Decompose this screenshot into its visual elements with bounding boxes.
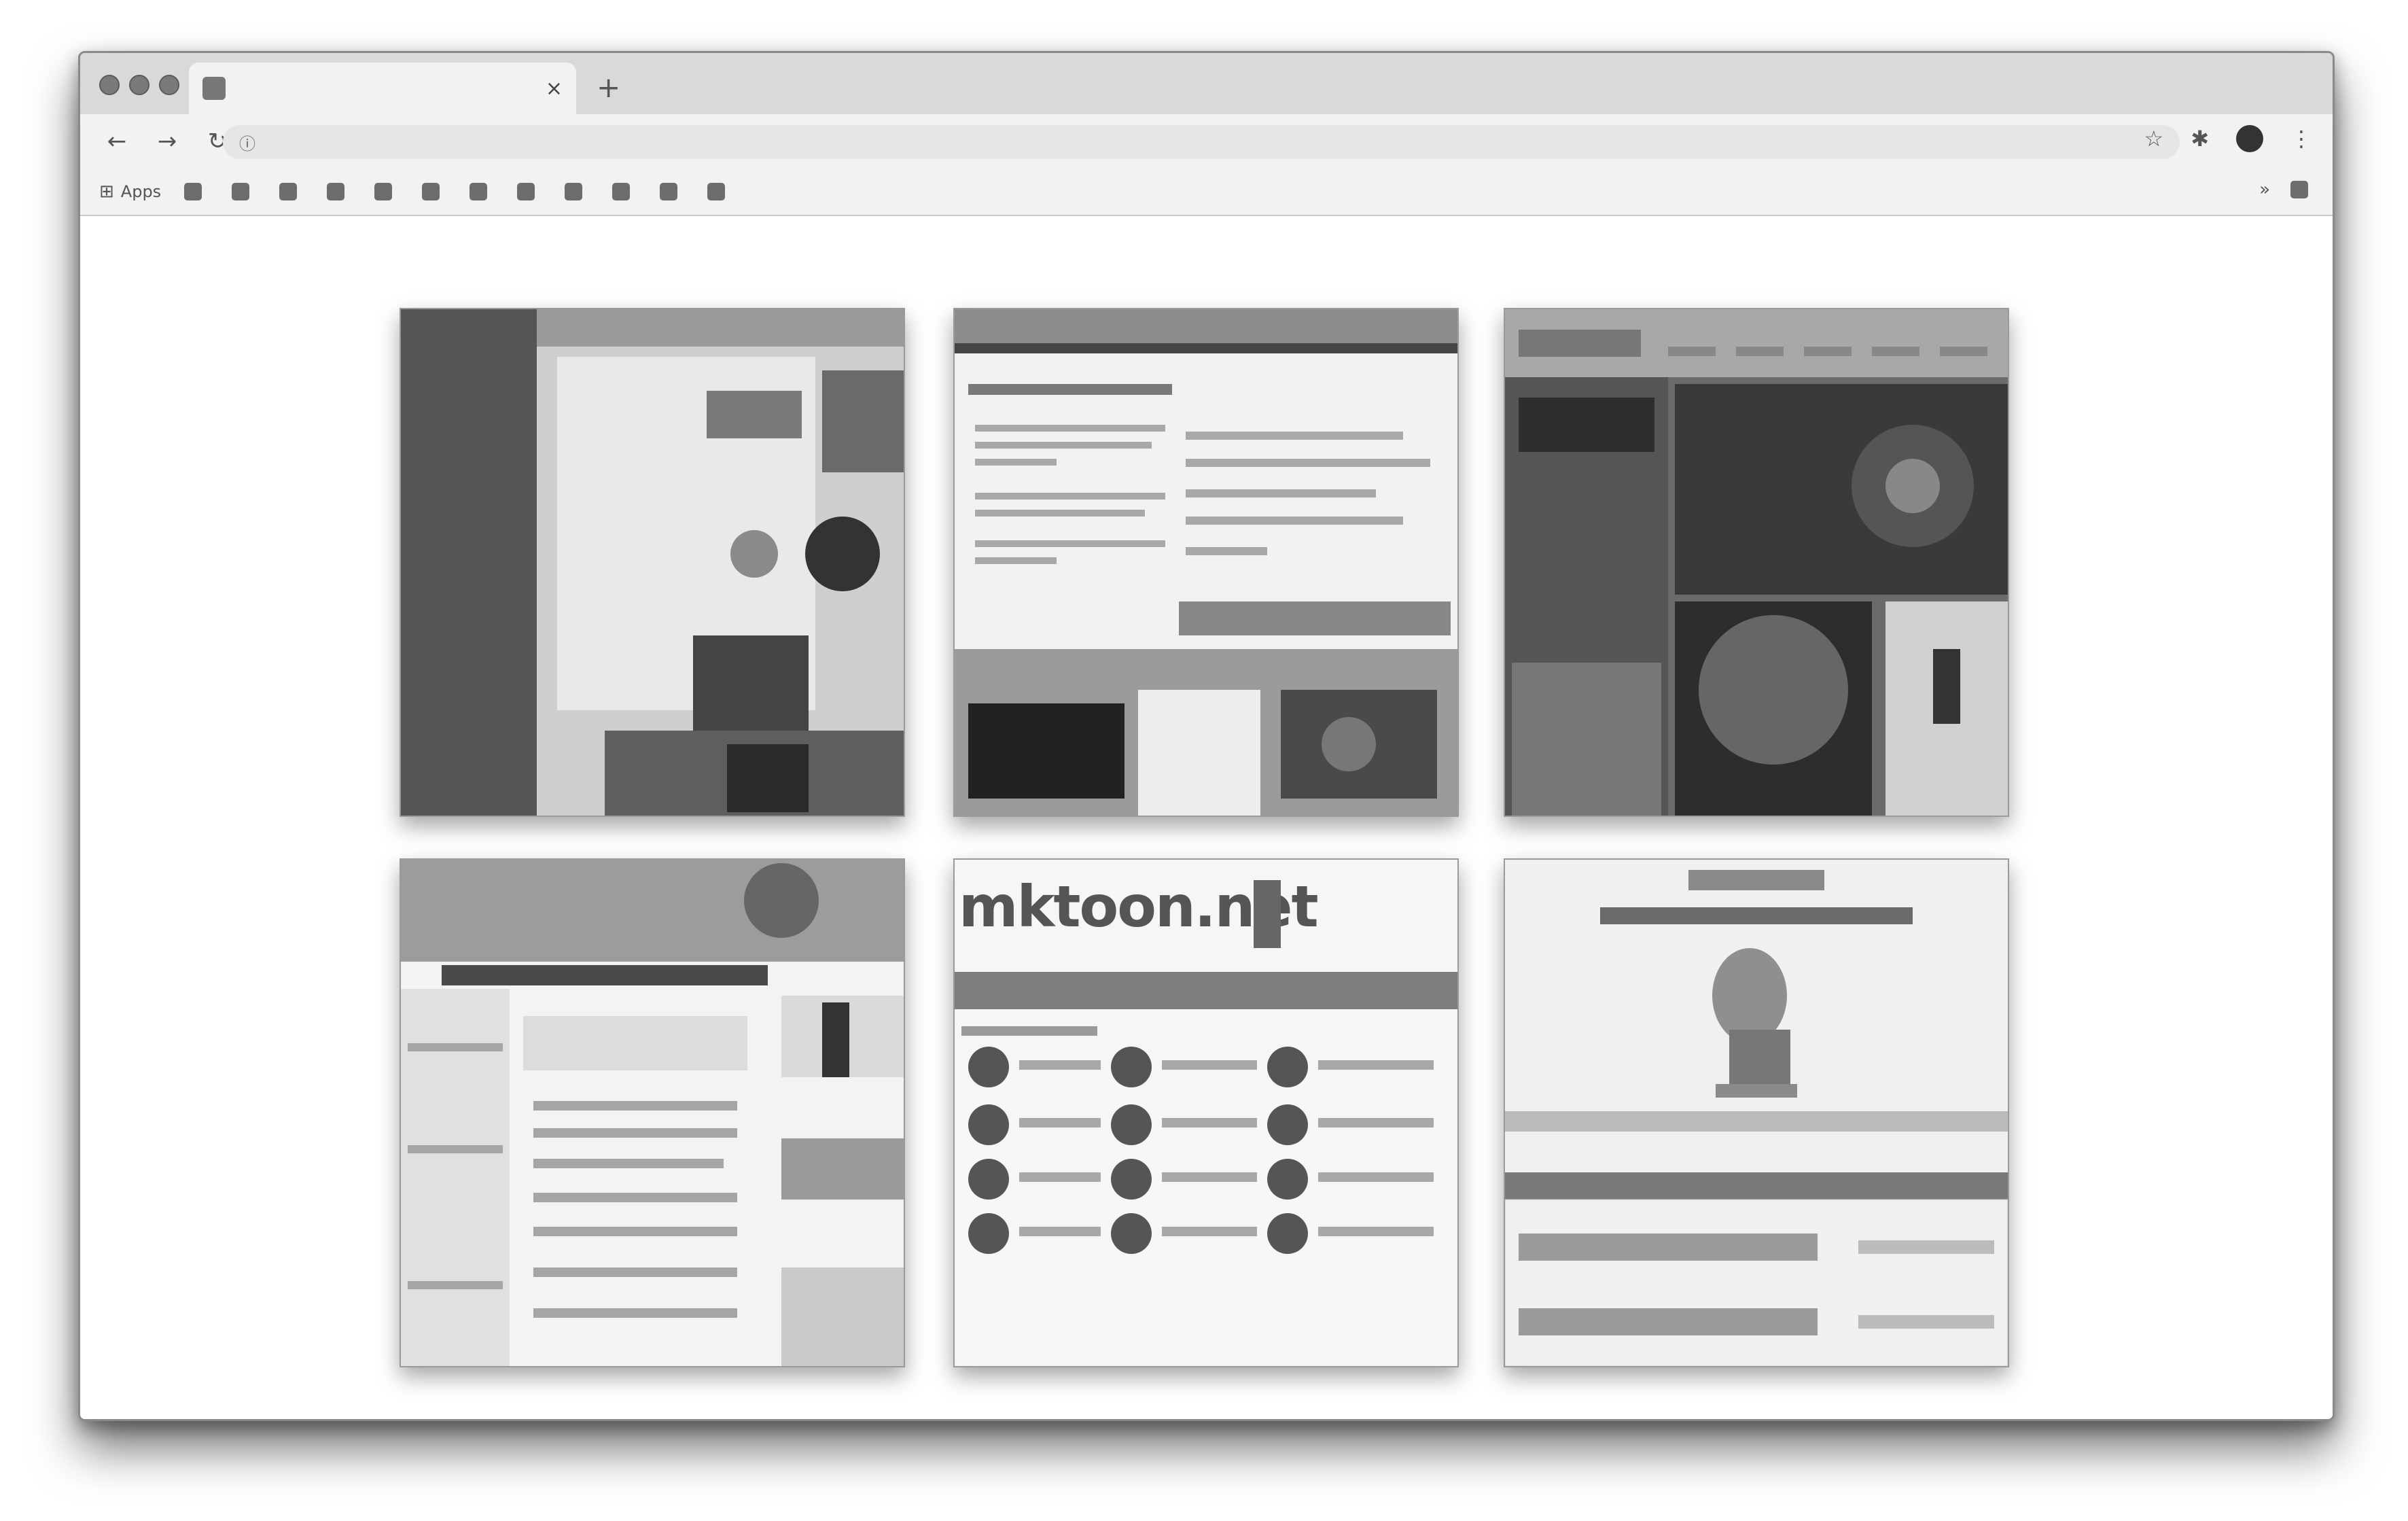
bookmark-item[interactable] [279,183,304,200]
extension-icon[interactable]: ✱ [2191,126,2209,152]
maximize-window-button[interactable] [159,75,179,95]
plus-icon[interactable]: + [597,71,620,104]
tile-6[interactable] [1504,858,2009,1367]
bookmark-favicon-icon [374,183,393,200]
active-tab[interactable]: × [189,63,576,114]
screenshot-thumbnail [401,309,904,816]
folder-icon [2290,181,2308,198]
screenshot-thumbnail: mktoon.net [955,860,1457,1366]
bookmark-favicon-icon [279,183,298,200]
menu-dots-icon[interactable]: ⋮ [2290,126,2312,152]
close-icon[interactable]: × [546,77,563,101]
tile-1[interactable] [400,308,905,817]
screenshot-thumbnail [1505,860,2008,1366]
browser-window: × + ← → ↻ ⓘ ☆ ✱ ⋮ ⊞ Apps » mktoon.net [78,51,2335,1421]
other-bookmarks[interactable]: » [2259,179,2315,200]
forward-arrow-icon[interactable]: → [154,128,181,155]
window-controls [99,75,179,95]
bookmark-item[interactable] [565,183,589,200]
tile-5[interactable]: mktoon.net [953,858,1459,1367]
thumbnail-graphics [955,880,1457,1254]
close-window-button[interactable] [99,75,120,95]
info-icon[interactable]: ⓘ [239,130,255,154]
bookmark-item[interactable] [184,183,209,200]
bookmark-item[interactable] [327,183,351,200]
bookmark-item[interactable] [612,183,637,200]
bookmark-favicon-icon [660,183,678,200]
star-icon[interactable]: ☆ [2144,126,2164,152]
bookmark-item[interactable] [374,183,399,200]
bookmark-favicon-icon [517,183,535,200]
bookmark-favicon-icon [707,183,726,200]
bookmark-favicon-icon [565,183,583,200]
toolbar-actions: ☆ ✱ ⋮ [2144,125,2312,152]
tile-4[interactable] [400,858,905,1367]
bookmark-favicon-icon [612,183,631,200]
tab-favicon-icon [202,77,226,100]
minimize-window-button[interactable] [129,75,149,95]
bookmark-item[interactable] [707,183,732,200]
bookmark-favicon-icon [327,183,345,200]
bookmark-item[interactable] [422,183,446,200]
bookmark-label: Apps [120,182,162,201]
bookmark-favicon-icon [184,183,202,200]
chevron-right-icon[interactable]: » [2259,179,2270,200]
bookmark-favicon-icon [232,183,250,200]
other-bookmarks-item[interactable] [2290,181,2315,198]
bookmark-item[interactable] [660,183,684,200]
tile-3[interactable] [1504,308,2009,817]
avatar[interactable] [2236,125,2263,152]
bookmark-item[interactable] [470,183,494,200]
bookmarks-bar: ⊞ Apps [80,169,2333,216]
bookmark-favicon-icon [470,183,488,200]
title-bar: × + [80,53,2333,114]
back-arrow-icon[interactable]: ← [103,128,130,155]
bookmark-item[interactable] [517,183,542,200]
address-bar[interactable]: ⓘ [223,125,2180,159]
screenshot-thumbnail [955,309,1457,816]
apps-grid-icon: ⊞ [99,181,114,202]
tile-2[interactable] [953,308,1459,817]
page-content: mktoon.net [80,216,2333,1419]
screenshot-thumbnail [1505,309,2008,816]
screenshot-thumbnail [401,860,904,1366]
bookmark-apps[interactable]: ⊞ Apps [99,181,161,202]
bookmark-favicon-icon [422,183,440,200]
bookmark-item[interactable] [232,183,256,200]
